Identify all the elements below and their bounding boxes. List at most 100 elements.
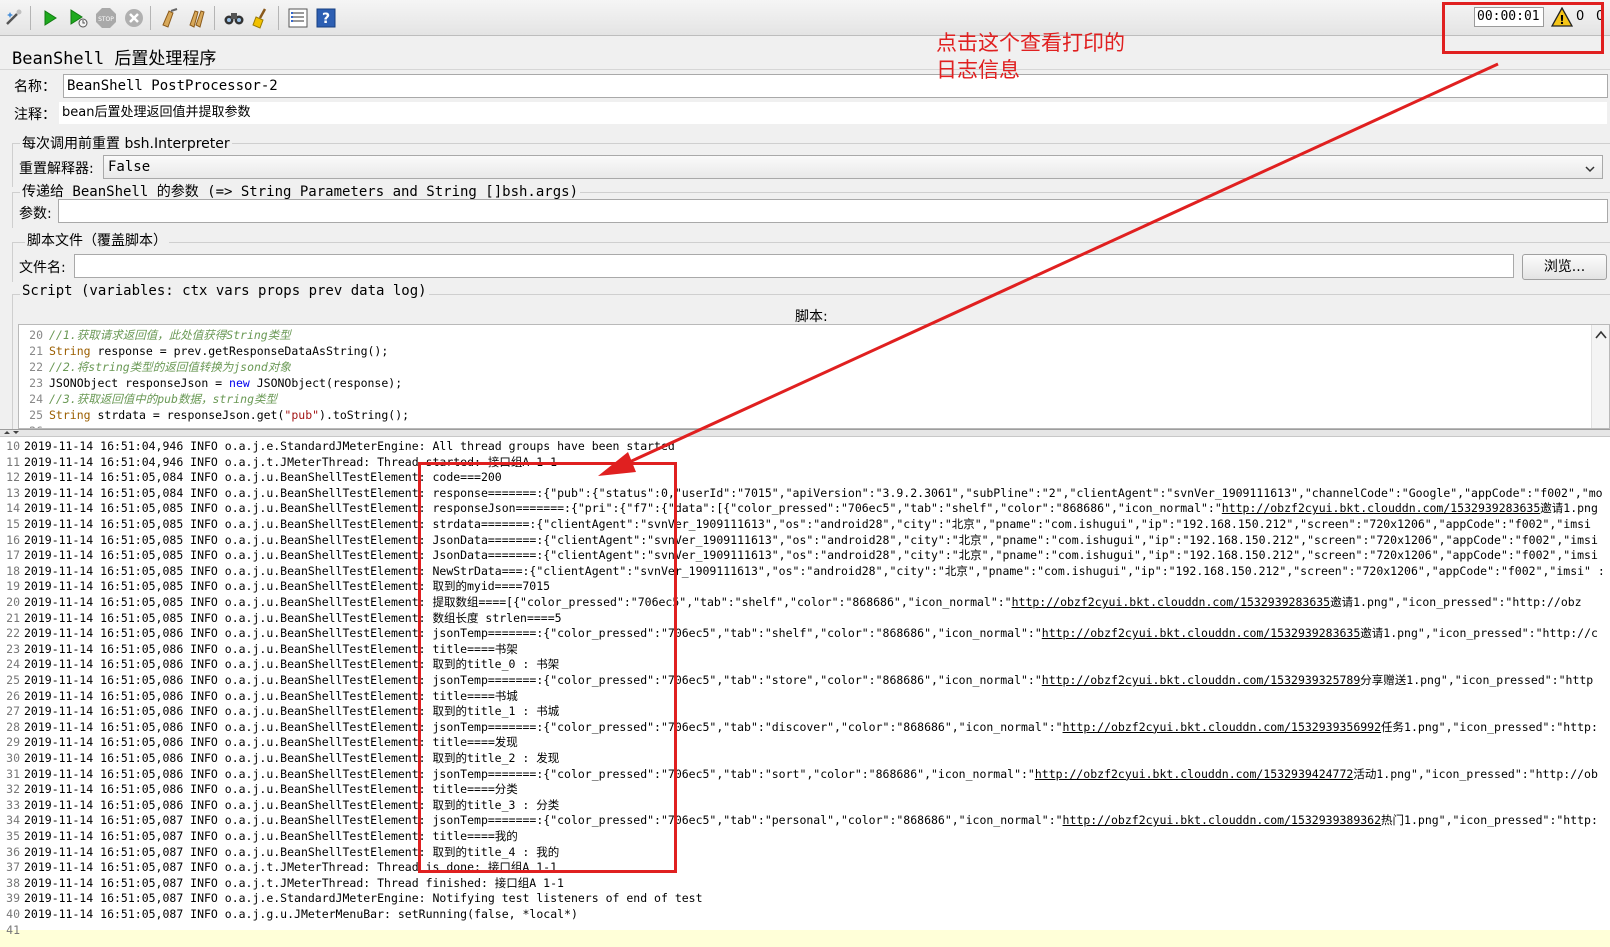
code-line-text: String response = prev.getResponseDataAs… <box>49 344 389 358</box>
log-line: 39 2019-11-14 16:51:05,087 INFO o.a.j.e.S… <box>0 890 1610 906</box>
log-link[interactable]: http://obzf2cyui.bkt.clouddn.com/1532939… <box>1012 595 1331 609</box>
log-line-number: 24 <box>6 657 20 672</box>
chevron-down-icon <box>1584 160 1596 182</box>
svg-text:STOP: STOP <box>98 16 114 23</box>
log-line-number: 15 <box>6 517 20 531</box>
log-line-number: 16 <box>6 532 20 547</box>
start-icon[interactable] <box>38 6 62 30</box>
log-viewer[interactable]: 10 2019-11-14 16:51:04,946 INFO o.a.j.e.S… <box>0 437 1610 947</box>
code-line-number: 20 <box>29 328 43 342</box>
script-editor[interactable]: 20 //1.获取请求返回值，此处值获得String类型 21 String resp… <box>18 324 1610 429</box>
start-no-pauses-icon[interactable] <box>66 6 90 30</box>
log-line: 35 2019-11-14 16:51:05,087 INFO o.a.j.u.B… <box>0 828 1610 844</box>
log-line-text: 2019-11-14 16:51:05,085 INFO o.a.j.u.Bea… <box>24 594 1582 610</box>
search-binoculars-icon[interactable] <box>222 6 246 30</box>
log-text: 2019-11-14 16:51:05,087 INFO o.a.j.e.Sta… <box>24 891 703 906</box>
name-field[interactable]: BeanShell PostProcessor-2 <box>63 74 1608 98</box>
code-line-text: JSONObject responseJson = new JSONObject… <box>49 376 403 390</box>
annotation-text-line2: 日志信息 <box>936 58 1020 82</box>
clear-all-icon[interactable] <box>186 6 210 30</box>
log-line: 29 2019-11-14 16:51:05,086 INFO o.a.j.u.B… <box>0 734 1610 750</box>
log-line-number: 26 <box>6 688 20 703</box>
log-line: 20 2019-11-14 16:51:05,085 INFO o.a.j.u.B… <box>0 594 1610 610</box>
log-line: 41 <box>0 922 1610 938</box>
log-line: 38 2019-11-14 16:51:05,087 INFO o.a.j.t.J… <box>0 875 1610 891</box>
template-wand-icon[interactable] <box>2 6 26 30</box>
log-line-text: 2019-11-14 16:51:05,085 INFO o.a.j.u.Bea… <box>24 500 1598 516</box>
log-line-text: 2019-11-14 16:51:05,086 INFO o.a.j.u.Bea… <box>24 672 1593 688</box>
log-line-text: 2019-11-14 16:51:05,086 INFO o.a.j.u.Bea… <box>24 719 1598 735</box>
log-line-number: 32 <box>6 782 20 797</box>
log-line: 33 2019-11-14 16:51:05,086 INFO o.a.j.u.B… <box>0 797 1610 813</box>
editor-scrollbar[interactable] <box>1591 325 1609 428</box>
log-line: 17 2019-11-14 16:51:05,085 INFO o.a.j.u.B… <box>0 547 1610 563</box>
log-line: 32 2019-11-14 16:51:05,086 INFO o.a.j.u.B… <box>0 781 1610 797</box>
log-link[interactable]: http://obzf2cyui.bkt.clouddn.com/1532939… <box>1042 626 1361 640</box>
shutdown-icon[interactable] <box>122 6 146 30</box>
log-line: 37 2019-11-14 16:51:05,087 INFO o.a.j.t.J… <box>0 859 1610 875</box>
log-text-after-link: 活动1.png","icon_pressed":"http://ob <box>1353 766 1598 781</box>
log-link[interactable]: http://obzf2cyui.bkt.clouddn.com/1532939… <box>1042 673 1361 687</box>
log-text: 2019-11-14 16:51:05,085 INFO o.a.j.u.Bea… <box>24 563 1605 578</box>
log-line: 40 2019-11-14 16:51:05,087 INFO o.a.j.g.u… <box>0 906 1610 922</box>
log-link[interactable]: http://obzf2cyui.bkt.clouddn.com/1532939… <box>1063 813 1382 827</box>
annotation-text: 点击这个查看打印的 日志信息 <box>936 30 1196 84</box>
params-label: 参数: <box>19 206 52 222</box>
log-line-number: 37 <box>6 860 20 875</box>
comment-label: 注释： <box>14 107 56 123</box>
log-line: 19 2019-11-14 16:51:05,085 INFO o.a.j.u.B… <box>0 578 1610 594</box>
log-line-number: 25 <box>6 673 20 687</box>
log-line-text: 2019-11-14 16:51:05,086 INFO o.a.j.u.Bea… <box>24 625 1598 641</box>
log-line-number: 23 <box>6 641 20 656</box>
function-helper-list-icon[interactable] <box>286 6 310 30</box>
reset-group-title: 每次调用前重置 bsh.Interpreter <box>20 133 232 153</box>
browse-button[interactable]: 浏览... <box>1522 254 1607 280</box>
annotation-box-toolbar <box>1442 2 1604 54</box>
log-line-text: 2019-11-14 16:51:05,084 INFO o.a.j.u.Bea… <box>24 485 1603 501</box>
file-name-field[interactable] <box>74 254 1514 278</box>
log-link[interactable]: http://obzf2cyui.bkt.clouddn.com/1532939… <box>1035 767 1354 781</box>
log-line: 36 2019-11-14 16:51:05,087 INFO o.a.j.u.B… <box>0 844 1610 860</box>
file-label: 文件名: <box>19 260 66 276</box>
log-line-text: 2019-11-14 16:51:05,087 INFO o.a.j.t.JMe… <box>24 875 564 891</box>
log-line: 25 2019-11-14 16:51:05,086 INFO o.a.j.u.B… <box>0 672 1610 688</box>
log-line: 23 2019-11-14 16:51:05,086 INFO o.a.j.u.B… <box>0 641 1610 657</box>
help-icon[interactable]: ? <box>314 6 338 30</box>
code-line-text: //2.将string类型的返回值转换为jsond对象 <box>49 360 291 374</box>
log-line-number: 18 <box>6 563 20 578</box>
log-line: 13 2019-11-14 16:51:05,084 INFO o.a.j.u.B… <box>0 485 1610 501</box>
log-link[interactable]: http://obzf2cyui.bkt.clouddn.com/1532939… <box>1063 720 1382 734</box>
log-line-number: 35 <box>6 829 20 843</box>
log-text-after-link: 分享赠送1.png","icon_pressed":"http <box>1360 673 1594 687</box>
log-line-text: 2019-11-14 16:51:05,087 INFO o.a.j.g.u.J… <box>24 906 578 922</box>
code-line-number: 21 <box>29 344 43 358</box>
log-line-number: 20 <box>6 595 20 609</box>
toolbar: STOP ? 00:00:01 ! 0 0 <box>0 0 1610 36</box>
clear-icon[interactable] <box>158 6 182 30</box>
log-line: 15 2019-11-14 16:51:05,085 INFO o.a.j.u.B… <box>0 516 1610 532</box>
stop-icon[interactable]: STOP <box>94 6 118 30</box>
log-line: 11 2019-11-14 16:51:04,946 INFO o.a.j.t.J… <box>0 454 1610 470</box>
comment-field[interactable]: bean后置处理返回值并提取参数 <box>58 101 1608 125</box>
log-text-after-link: 邀请1.png","icon_pressed":"http://obz <box>1330 595 1582 609</box>
log-line: 16 2019-11-14 16:51:05,085 INFO o.a.j.u.B… <box>0 532 1610 548</box>
log-line: 21 2019-11-14 16:51:05,085 INFO o.a.j.u.B… <box>0 610 1610 626</box>
log-line-number: 30 <box>6 751 20 765</box>
log-line-number: 13 <box>6 485 20 500</box>
log-text-after-link: 邀请1.png","icon_pressed":"http://c <box>1360 626 1598 641</box>
log-text: 2019-11-14 16:51:05,087 INFO o.a.j.t.JMe… <box>24 875 564 890</box>
log-link[interactable]: http://obzf2cyui.bkt.clouddn.com/1532939… <box>1222 501 1541 515</box>
log-line-text: 2019-11-14 16:51:05,087 INFO o.a.j.e.Sta… <box>24 890 703 906</box>
log-line: 12 2019-11-14 16:51:05,084 INFO o.a.j.u.B… <box>0 469 1610 485</box>
params-field[interactable] <box>58 199 1608 223</box>
log-splitter[interactable] <box>0 429 1610 437</box>
log-text: 2019-11-14 16:51:05,087 INFO o.a.j.g.u.J… <box>24 907 578 921</box>
reset-search-broom-icon[interactable] <box>250 6 274 30</box>
log-line-number: 38 <box>6 875 20 890</box>
reset-select-value: False <box>108 159 151 175</box>
log-line-text: 2019-11-14 16:51:04,946 INFO o.a.j.e.Sta… <box>24 438 675 454</box>
reset-interpreter-select[interactable]: False <box>103 155 1603 179</box>
code-line-text: String strdata = responseJson.get("pub")… <box>49 408 410 422</box>
annotation-text-line1: 点击这个查看打印的 <box>936 31 1125 55</box>
script-label: 脚本: <box>795 309 828 325</box>
